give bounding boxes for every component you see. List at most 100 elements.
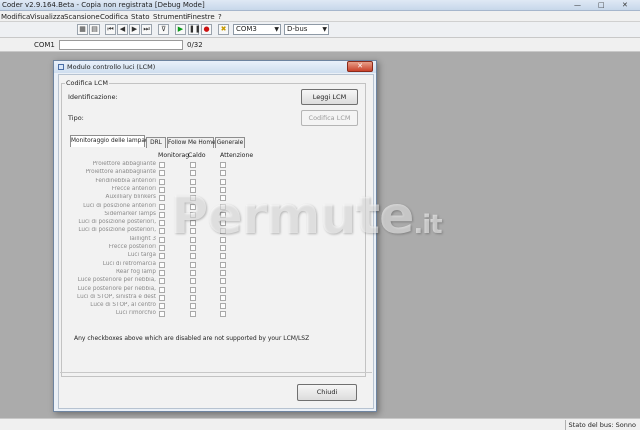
warning-checkbox[interactable] [220,261,226,268]
menu-help[interactable]: ? [218,13,222,21]
heat-checkbox[interactable] [190,178,196,185]
warning-checkbox[interactable] [220,269,226,276]
pause-icon[interactable]: ❚❚ [188,24,201,35]
warning-checkbox[interactable] [220,253,226,260]
dialog-close-button[interactable]: ✕ [347,61,373,72]
monitor-checkbox[interactable] [159,170,165,177]
maximize-button[interactable]: □ [598,1,605,9]
lamp-row-label: Luci di retromarcia [102,260,156,267]
lamp-row-label: Fendinebbia anteriori [95,177,156,184]
close-dialog-button[interactable]: Chiudi [297,384,357,401]
heat-checkbox[interactable] [190,294,196,301]
bus-status: Stato del bus: Sonno [568,421,636,429]
lamp-row-label: Frecce posteriori [108,244,156,250]
lamp-row-label: Luce posteriore per nebbia, [77,285,156,292]
stop-icon[interactable]: ● [201,24,212,35]
identification-label: Identificazione: [68,93,118,101]
monitor-checkbox[interactable] [159,203,165,210]
monitor-checkbox[interactable] [159,253,165,260]
warning-checkbox[interactable] [220,286,226,293]
monitor-checkbox[interactable] [159,245,165,251]
menu-stato[interactable]: Stato [131,13,150,21]
lamp-row-label: Luci di posizione posteriori, [78,219,156,226]
port-select[interactable]: COM3 ▼ [233,24,281,35]
permute-watermark-logo: Permute.it [170,186,443,246]
menu-modifica[interactable]: Modifica [1,13,30,21]
code-lcm-button[interactable]: Codifica LCM [301,110,358,126]
progress-bar [59,40,183,50]
monitor-checkbox[interactable] [159,236,165,243]
warning-checkbox[interactable] [220,278,226,285]
first-icon[interactable]: ⏮ [105,24,116,35]
menu-visualizza[interactable]: Visualizza [30,13,64,21]
warning-checkbox[interactable] [220,178,226,185]
monitor-checkbox[interactable] [159,303,165,310]
monitor-checkbox[interactable] [159,220,165,227]
heat-checkbox[interactable] [190,162,196,168]
toolbar: ▦ ▤ ⏮ ◀ ▶ ⏭ ⊽ ▶ ❚❚ ● ✖ COM3 ▼ D-bus ▼ [0,22,640,38]
bus-select-value: D-bus [287,25,308,33]
play-icon[interactable]: ▶ [175,24,186,35]
heat-checkbox[interactable] [190,303,196,310]
app-titlebar: Coder v2.9.164.Beta - Copia non registra… [0,0,640,11]
warning-checkbox[interactable] [220,311,226,318]
heat-checkbox[interactable] [190,170,196,177]
monitor-checkbox[interactable] [159,269,165,276]
lamp-row-label: Luce di STOP, al centro [90,302,156,309]
tab-lamp-monitoring[interactable]: Monitoraggio delle lampade [70,135,152,147]
warning-checkbox[interactable] [220,170,226,177]
port-label: COM1 [34,41,55,49]
status-separator [565,420,566,430]
column-header-heat: Caldo [188,152,206,159]
next-icon[interactable]: ▶ [129,24,140,35]
monitor-checkbox[interactable] [159,286,165,293]
chevron-down-icon: ▼ [274,26,279,33]
close-window-button[interactable]: ✕ [622,1,628,9]
dialog-app-icon [58,64,64,70]
menu-strumenti[interactable]: Strumenti [153,13,188,21]
tools-icon[interactable]: ✖ [218,24,229,35]
lamp-row-label: Proiettore anabbagliante [85,169,156,176]
port-select-value: COM3 [236,25,257,33]
dialog-separator [60,372,372,373]
monitor-checkbox[interactable] [159,294,165,301]
monitor-checkbox[interactable] [159,261,165,268]
monitor-checkbox[interactable] [159,211,165,218]
chevron-down-icon: ▼ [322,26,327,33]
last-icon[interactable]: ⏭ [141,24,152,35]
lamp-row-label: Luci targa [127,252,156,259]
dialog-titlebar[interactable]: Modulo controllo luci (LCM) [54,61,376,73]
column-header-monitor: Monitorag [158,152,190,159]
minimize-button[interactable]: — [574,1,581,9]
heat-checkbox[interactable] [190,269,196,276]
list-icon[interactable]: ▤ [89,24,100,35]
menu-bar: Modifica Visualizza Scansione Codifica S… [0,11,640,22]
lamp-row-label: Luci di posizione posteriori, [78,227,156,234]
filter-icon[interactable]: ⊽ [158,24,169,35]
monitor-checkbox[interactable] [159,278,165,285]
progress-count: 0/32 [187,41,203,49]
heat-checkbox[interactable] [190,261,196,268]
unsupported-note: Any checkboxes above which are disabled … [74,335,310,342]
heat-checkbox[interactable] [190,311,196,318]
monitor-checkbox[interactable] [159,178,165,185]
monitor-checkbox[interactable] [159,195,165,202]
monitor-checkbox[interactable] [159,186,165,193]
monitor-checkbox[interactable] [159,311,165,318]
heat-checkbox[interactable] [190,278,196,285]
bus-select[interactable]: D-bus ▼ [284,24,329,35]
read-lcm-button[interactable]: Leggi LCM [301,89,358,105]
monitor-checkbox[interactable] [159,162,165,168]
warning-checkbox[interactable] [220,303,226,310]
heat-checkbox[interactable] [190,253,196,260]
menu-codifica[interactable]: Codifica [100,13,128,21]
prev-icon[interactable]: ◀ [117,24,128,35]
grid-icon[interactable]: ▦ [77,24,88,35]
menu-scansione[interactable]: Scansione [64,13,100,21]
warning-checkbox[interactable] [220,162,226,168]
type-label: Tipo: [68,114,84,122]
menu-finestre[interactable]: Finestre [187,13,215,21]
warning-checkbox[interactable] [220,294,226,301]
heat-checkbox[interactable] [190,286,196,293]
monitor-checkbox[interactable] [159,228,165,235]
